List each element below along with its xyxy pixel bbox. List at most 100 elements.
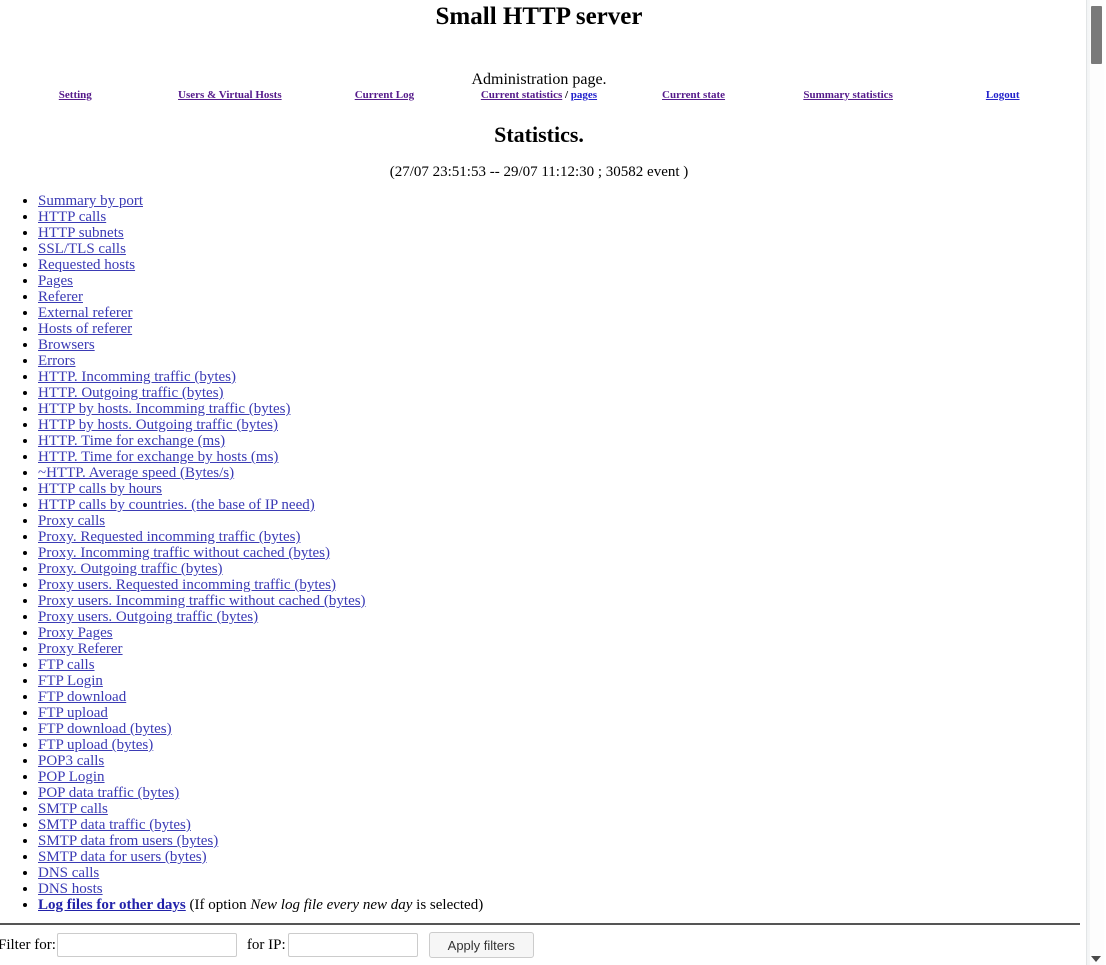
stat-link[interactable]: HTTP calls by countries. (the base of IP…: [38, 497, 315, 513]
list-item: HTTP subnets: [38, 225, 1086, 241]
list-item: HTTP. Outgoing traffic (bytes): [38, 385, 1086, 401]
stat-link[interactable]: FTP Login: [38, 673, 103, 689]
stat-link[interactable]: FTP download (bytes): [38, 721, 172, 737]
apply-filters-button[interactable]: Apply filters: [428, 932, 534, 958]
stat-link[interactable]: SMTP data traffic (bytes): [38, 817, 191, 833]
stat-link[interactable]: Proxy users. Requested incomming traffic…: [38, 577, 336, 593]
stat-link[interactable]: Proxy. Outgoing traffic (bytes): [38, 561, 223, 577]
list-item: Hosts of referer: [38, 321, 1086, 337]
stat-link[interactable]: POP data traffic (bytes): [38, 785, 179, 801]
nav-cell-current-state: Current state: [616, 89, 771, 102]
stat-link[interactable]: SSL/TLS calls: [38, 241, 126, 257]
scroll-down-arrow-icon[interactable]: [1091, 956, 1101, 962]
nav-link-summary-statistics[interactable]: Summary statistics: [803, 89, 893, 101]
stat-link[interactable]: HTTP. Incomming traffic (bytes): [38, 369, 236, 385]
log-files-note: (If option New log file every new day is…: [185, 897, 484, 913]
nav-link-current-state[interactable]: Current state: [662, 89, 725, 101]
nav-cell-setting: Setting: [0, 89, 153, 102]
stat-link[interactable]: HTTP by hosts. Incomming traffic (bytes): [38, 401, 290, 417]
stat-link[interactable]: Proxy Pages: [38, 625, 113, 641]
stat-link[interactable]: Referer: [38, 289, 83, 305]
list-item: HTTP calls: [38, 209, 1086, 225]
stat-link[interactable]: HTTP by hosts. Outgoing traffic (bytes): [38, 417, 278, 433]
stat-link[interactable]: FTP download: [38, 689, 126, 705]
list-item: HTTP. Time for exchange (ms): [38, 433, 1086, 449]
list-item: POP Login: [38, 769, 1086, 785]
log-files-note-option: New log file every new day: [250, 897, 413, 913]
stat-link[interactable]: POP Login: [38, 769, 105, 785]
list-item: Requested hosts: [38, 257, 1086, 273]
filter-for-input[interactable]: [56, 933, 237, 957]
list-item: HTTP calls by countries. (the base of IP…: [38, 497, 1086, 513]
list-item: FTP Login: [38, 673, 1086, 689]
list-item: Pages: [38, 273, 1086, 289]
list-item: Errors: [38, 353, 1086, 369]
list-item: HTTP. Time for exchange by hosts (ms): [38, 449, 1086, 465]
stat-link[interactable]: SMTP data for users (bytes): [38, 849, 207, 865]
list-item: Proxy. Outgoing traffic (bytes): [38, 561, 1086, 577]
stat-link[interactable]: Errors: [38, 353, 76, 369]
scrollbar-track[interactable]: [1090, 0, 1104, 965]
nav-link-current-statistics[interactable]: Current statistics: [481, 89, 562, 101]
statistics-heading: Statistics.: [494, 122, 584, 147]
vertical-scrollbar[interactable]: [1086, 0, 1106, 965]
list-item: Summary by port: [38, 193, 1086, 209]
scrollbar-thumb[interactable]: [1091, 6, 1102, 64]
stat-link[interactable]: Pages: [38, 273, 73, 289]
list-item: SMTP calls: [38, 801, 1086, 817]
list-item: DNS calls: [38, 865, 1086, 881]
list-item: SMTP data for users (bytes): [38, 849, 1086, 865]
stat-link[interactable]: HTTP calls by hours: [38, 481, 162, 497]
stat-link[interactable]: HTTP calls: [38, 209, 106, 225]
nav-link-pages[interactable]: pages: [571, 89, 597, 101]
stat-link[interactable]: POP3 calls: [38, 753, 104, 769]
main-navigation: Setting Users & Virtual Hosts Current Lo…: [0, 89, 1080, 102]
stat-link[interactable]: Proxy Referer: [38, 641, 123, 657]
stat-link[interactable]: Browsers: [38, 337, 95, 353]
stat-link[interactable]: FTP calls: [38, 657, 95, 673]
stat-link[interactable]: Proxy users. Outgoing traffic (bytes): [38, 609, 258, 625]
stat-link[interactable]: HTTP. Time for exchange (ms): [38, 433, 225, 449]
nav-link-logout[interactable]: Logout: [986, 89, 1020, 101]
log-files-note-before: (If option: [185, 897, 251, 913]
list-item: POP data traffic (bytes): [38, 785, 1086, 801]
stat-link[interactable]: Proxy calls: [38, 513, 105, 529]
statistics-date-range: (27/07 23:51:53 -- 29/07 11:12:30 ; 3058…: [389, 164, 689, 180]
nav-cell-current-statistics: Current statistics / pages: [462, 89, 617, 102]
stat-link[interactable]: ~HTTP. Average speed (Bytes/s): [38, 465, 234, 481]
stat-link[interactable]: FTP upload: [38, 705, 108, 721]
nav-link-current-log[interactable]: Current Log: [355, 89, 414, 101]
list-item: Proxy. Requested incomming traffic (byte…: [38, 529, 1086, 545]
nav-link-setting[interactable]: Setting: [59, 89, 92, 101]
stat-link[interactable]: SMTP data from users (bytes): [38, 833, 218, 849]
nav-separator: /: [562, 89, 571, 101]
stat-link[interactable]: Summary by port: [38, 193, 143, 209]
stat-link[interactable]: DNS calls: [38, 865, 99, 881]
list-item: HTTP calls by hours: [38, 481, 1086, 497]
stat-link[interactable]: Proxy users. Incomming traffic without c…: [38, 593, 366, 609]
stat-link[interactable]: Requested hosts: [38, 257, 135, 273]
filter-ip-label: for IP:: [246, 936, 286, 953]
nav-link-users-virtual-hosts[interactable]: Users & Virtual Hosts: [178, 89, 282, 101]
stat-link[interactable]: FTP upload (bytes): [38, 737, 153, 753]
stat-link[interactable]: Proxy. Incomming traffic without cached …: [38, 545, 330, 561]
filter-bar: Filter for: for IP: Apply filters: [0, 925, 1086, 958]
filter-ip-input[interactable]: [287, 933, 418, 957]
list-item: Proxy users. Outgoing traffic (bytes): [38, 609, 1086, 625]
stat-link[interactable]: HTTP. Outgoing traffic (bytes): [38, 385, 224, 401]
log-files-link[interactable]: Log files for other days: [38, 897, 186, 913]
stat-link[interactable]: DNS hosts: [38, 881, 103, 897]
stat-link[interactable]: HTTP. Time for exchange by hosts (ms): [38, 449, 278, 465]
list-item: SMTP data from users (bytes): [38, 833, 1086, 849]
list-item: Referer: [38, 289, 1086, 305]
stat-link[interactable]: External referer: [38, 305, 133, 321]
page-title: Small HTTP server: [435, 3, 643, 30]
stat-link[interactable]: HTTP subnets: [38, 225, 124, 241]
list-item: Proxy Referer: [38, 641, 1086, 657]
stat-link[interactable]: SMTP calls: [38, 801, 108, 817]
stat-link[interactable]: Hosts of referer: [38, 321, 132, 337]
log-files-note-after: is selected): [412, 897, 484, 913]
stat-link[interactable]: Proxy. Requested incomming traffic (byte…: [38, 529, 300, 545]
nav-cell-summary-statistics: Summary statistics: [771, 89, 926, 102]
list-item: FTP upload (bytes): [38, 737, 1086, 753]
